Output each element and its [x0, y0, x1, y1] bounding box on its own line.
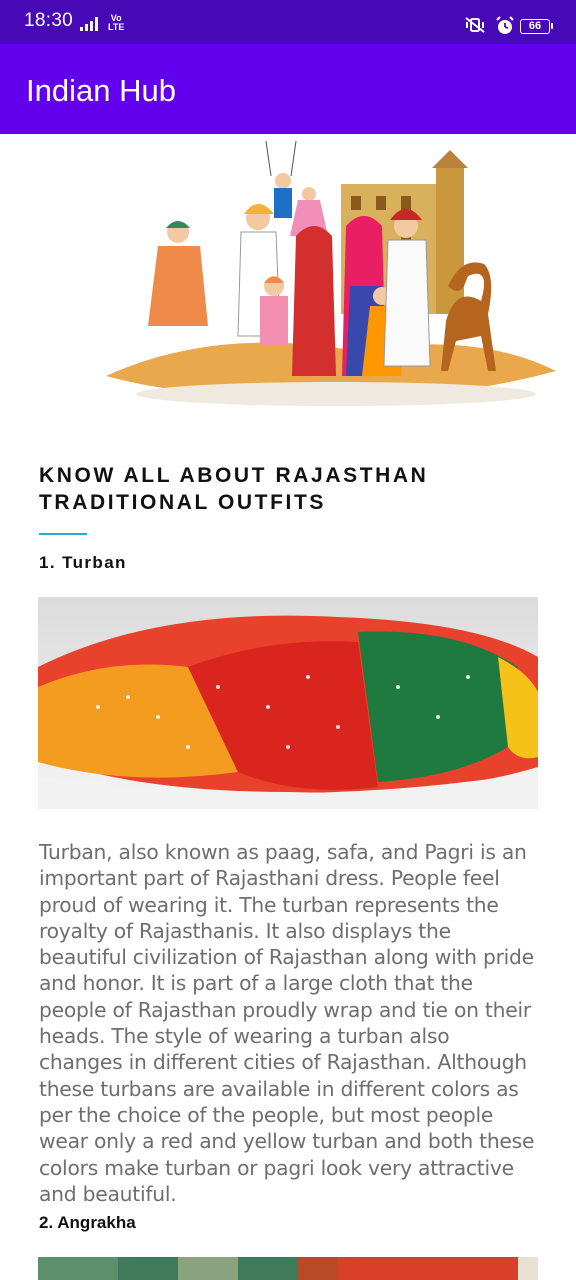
turban-image [38, 597, 538, 809]
app-bar: Indian Hub [0, 44, 576, 134]
battery-tip [551, 23, 553, 29]
alarm-icon [496, 16, 514, 34]
app-title: Indian Hub [26, 73, 176, 108]
battery-icon: 66 [520, 19, 550, 34]
status-time: 18:30 [24, 10, 74, 31]
battery-level: 66 [528, 20, 542, 32]
status-bar: 18:30 Vo LTE 66 [0, 0, 576, 44]
rajasthan-banner-image [106, 140, 556, 406]
section-body-turban: Turban, also known as paag, safa, and Pa… [39, 840, 535, 1206]
section-title-turban: 1. Turban [39, 553, 127, 572]
vibrate-mute-icon [465, 17, 485, 33]
section-title-angrakha: 2. Angrakha [39, 1213, 136, 1232]
volte-icon: Vo LTE [108, 13, 125, 32]
article-heading: KNOW ALL ABOUT RAJASTHAN TRADITIONAL OUT… [39, 464, 429, 514]
heading-underline [39, 533, 87, 535]
angrakha-image [38, 1257, 538, 1280]
signal-icon [80, 17, 98, 31]
